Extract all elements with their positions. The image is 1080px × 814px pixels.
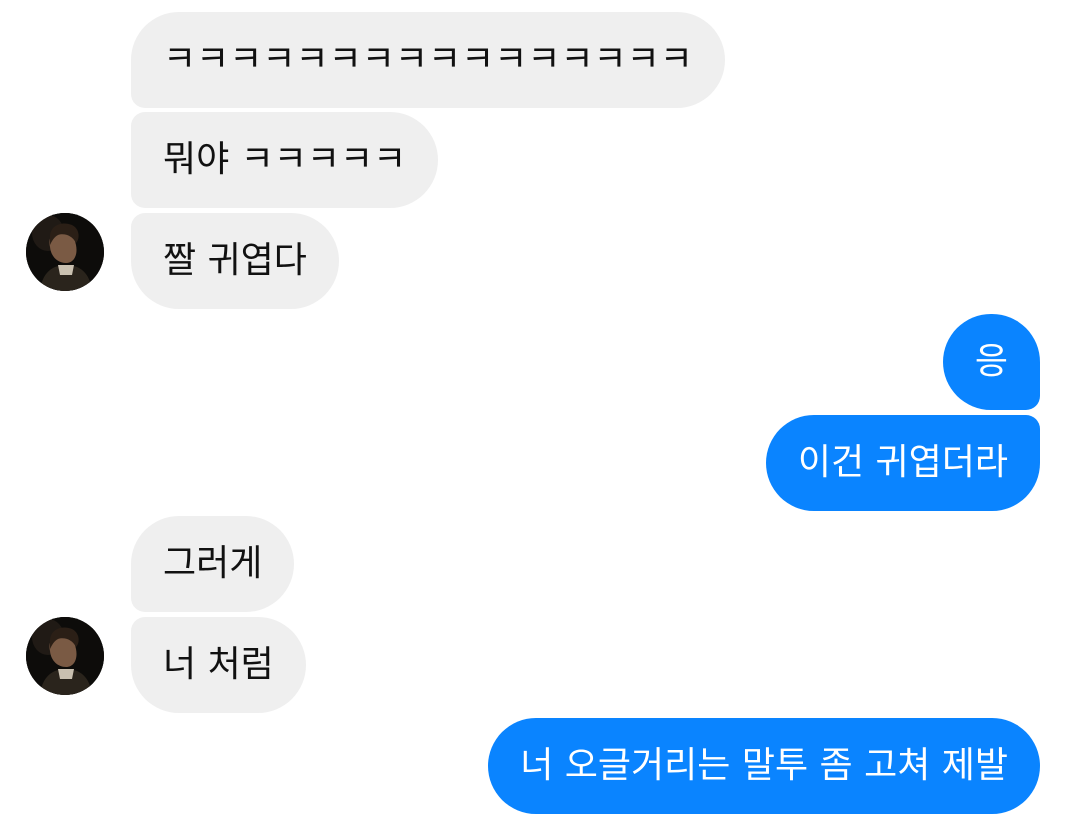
message-bubble-outgoing[interactable]: 너 오글거리는 말투 좀 고쳐 제발 [488, 718, 1040, 814]
message-bubble-outgoing[interactable]: 응 [942, 314, 1040, 410]
contact-avatar[interactable] [26, 617, 104, 695]
message-bubble-incoming[interactable]: 너 처럼 [131, 617, 306, 713]
avatar-photo-icon [26, 617, 104, 695]
contact-avatar[interactable] [26, 213, 104, 291]
message-bubble-incoming[interactable]: 짤 귀엽다 [131, 213, 339, 309]
message-bubble-outgoing[interactable]: 이건 귀엽더라 [765, 415, 1040, 511]
message-bubble-incoming[interactable]: ㅋㅋㅋㅋㅋㅋㅋㅋㅋㅋㅋㅋㅋㅋㅋㅋ [131, 12, 725, 108]
message-bubble-incoming[interactable]: 그러게 [131, 516, 295, 612]
avatar-photo-icon [26, 213, 104, 291]
message-bubble-incoming[interactable]: 뭐야 ㅋㅋㅋㅋㅋ [131, 112, 439, 208]
